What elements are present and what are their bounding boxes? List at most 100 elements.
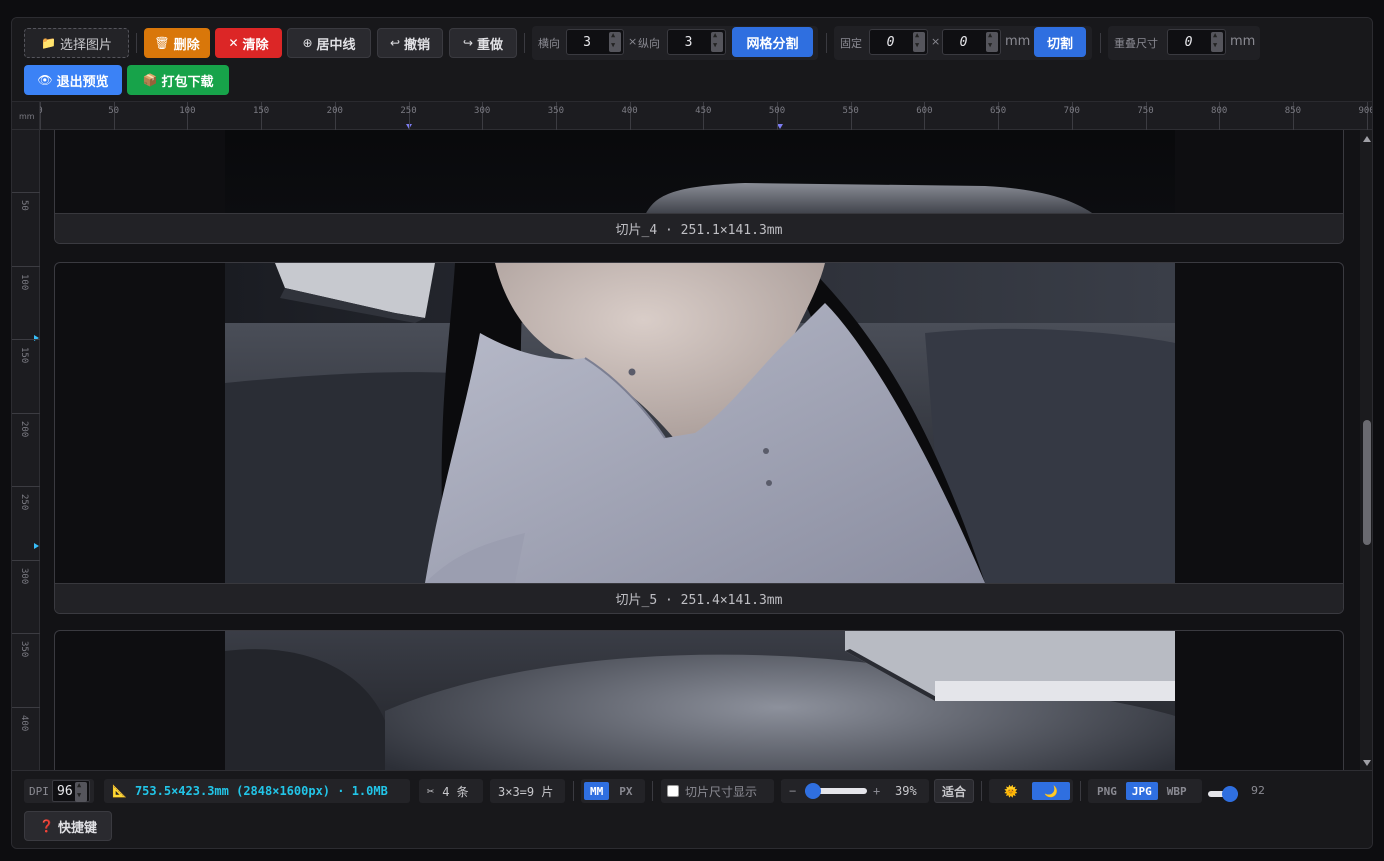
theme-toggle: 🌞 🌙 xyxy=(989,779,1073,803)
cut-line-marker[interactable] xyxy=(34,335,39,341)
select-image-button[interactable]: 📁 选择图片 xyxy=(24,28,129,58)
horizontal-count-value: 3 xyxy=(583,34,591,50)
slice-card[interactable]: 切片_5 · 251.4×141.3mm xyxy=(54,262,1344,614)
scroll-up-arrow[interactable] xyxy=(1363,136,1371,142)
zoom-slider-knob[interactable] xyxy=(805,783,821,799)
ruler-tick-label: 900 xyxy=(1358,106,1372,116)
toolbar-separator xyxy=(826,33,827,53)
fixed-label: 固定 xyxy=(840,37,862,50)
horizontal-ruler[interactable]: 0 50 100 150 200 250 300 350 400 450 500 550 600 650 7… xyxy=(12,102,1372,130)
vertical-ruler[interactable]: 50 100 150 200 250 300 350 400 xyxy=(12,130,40,770)
unit-px-option[interactable]: PX xyxy=(613,782,638,800)
cut-line-marker[interactable] xyxy=(34,543,39,549)
horizontal-stepper[interactable] xyxy=(609,31,621,52)
ruler-tick xyxy=(12,339,40,340)
times-sign: × xyxy=(931,35,941,48)
dpi-input[interactable]: 96 xyxy=(52,780,90,802)
select-image-label: 选择图片 xyxy=(59,37,112,53)
format-jpg-option[interactable]: JPG xyxy=(1125,782,1158,800)
cut-button[interactable]: 切割 xyxy=(1034,27,1086,57)
zoom-slider[interactable] xyxy=(805,783,867,799)
slice-card[interactable] xyxy=(54,630,1344,770)
slice-image xyxy=(225,130,1175,215)
ruler-tick-label: 350 xyxy=(19,641,29,658)
vertical-stepper[interactable] xyxy=(711,31,723,52)
ruler-tick-label: 250 xyxy=(400,106,417,116)
status-separator xyxy=(652,781,653,801)
cut-count: 4 条 xyxy=(442,784,469,799)
toolbar: 📁 选择图片 🗑 删除 ✕ 清除 ⊕ 居中线 ↩ 撤销 ↪ 重做 横向 3 ▲ … xyxy=(12,18,1372,102)
times-sign: × xyxy=(628,35,638,48)
image-dimensions: 📐 753.5×423.3mm (2848×1600px) · 1.0MB xyxy=(104,779,410,803)
fixed-width-input[interactable]: 0 xyxy=(869,29,928,55)
quality-slider[interactable] xyxy=(1208,786,1238,802)
slice-size-toggle[interactable]: 切片尺寸显示 xyxy=(661,779,774,803)
format-toggle: PNG JPG WBP xyxy=(1088,779,1202,803)
overlap-stepper[interactable] xyxy=(1211,31,1223,52)
unit-toggle: MM PX xyxy=(581,779,645,803)
fixed-unit: mm xyxy=(1005,34,1031,49)
quality-slider-knob[interactable] xyxy=(1222,786,1238,802)
vertical-count-value: 3 xyxy=(684,34,693,50)
ruler-tick-label: 650 xyxy=(989,106,1007,116)
redo-button[interactable]: ↪ 重做 xyxy=(449,28,517,58)
overlap-unit: mm xyxy=(1230,34,1256,49)
scroll-down-arrow[interactable] xyxy=(1363,760,1371,766)
undo-button[interactable]: ↩ 撤销 xyxy=(377,28,443,58)
dimensions-text: 753.5×423.3mm (2848×1600px) · 1.0MB xyxy=(134,784,388,798)
scissors-icon: ✂ xyxy=(427,784,435,798)
ruler-tick-label: 800 xyxy=(1211,106,1228,116)
slice-size-checkbox[interactable] xyxy=(667,785,679,797)
undo-icon: ↩ xyxy=(389,36,401,50)
ruler-tick xyxy=(12,192,40,193)
slice-size-label: 切片尺寸显示 xyxy=(685,784,758,799)
ruler-tick-label: 550 xyxy=(842,106,859,116)
ruler-icon: 📐 xyxy=(112,784,127,798)
grid-split-button[interactable]: 网格分割 xyxy=(732,27,813,57)
ruler-tick-label: 100 xyxy=(19,273,29,290)
vertical-count-input[interactable]: 3 xyxy=(667,29,726,55)
sun-icon[interactable]: 🌞 xyxy=(992,782,1030,800)
ruler-corner: mm xyxy=(12,102,40,130)
ruler-tick xyxy=(12,706,40,708)
ruler-tick-label: 750 xyxy=(1137,106,1154,116)
format-wbp-option[interactable]: WBP xyxy=(1161,782,1193,800)
shortcuts-button[interactable]: ❓ 快捷键 xyxy=(24,811,112,841)
fixed-width-value: 0 xyxy=(886,34,895,50)
undo-label: 撤销 xyxy=(404,37,431,53)
center-line-button[interactable]: ⊕ 居中线 xyxy=(287,28,371,58)
fixed-height-value: 0 xyxy=(959,34,968,50)
ruler-unit: mm xyxy=(19,112,35,121)
zoom-out-button[interactable]: − xyxy=(789,784,796,798)
fit-button[interactable]: 适合 xyxy=(934,779,974,803)
format-png-option[interactable]: PNG xyxy=(1091,782,1123,800)
slice-card[interactable]: 切片_4 · 251.1×141.3mm xyxy=(54,130,1344,244)
vertical-scrollbar[interactable] xyxy=(1360,130,1372,770)
redo-label: 重做 xyxy=(477,37,504,53)
fixed-height-input[interactable]: 0 xyxy=(942,29,1001,55)
fixed-width-stepper[interactable] xyxy=(913,31,925,52)
exit-preview-button[interactable]: 👁 退出预览 xyxy=(24,65,122,95)
overlap-value: 0 xyxy=(1184,34,1193,50)
fixed-height-stepper[interactable] xyxy=(986,31,998,52)
moon-icon[interactable]: 🌙 xyxy=(1032,782,1070,800)
ruler-tick xyxy=(12,633,40,634)
overlap-input[interactable]: 0 xyxy=(1167,29,1226,55)
ruler-tick-label: 200 xyxy=(19,420,29,437)
clear-button[interactable]: ✕ 清除 xyxy=(215,28,282,58)
folder-icon: 📁 xyxy=(41,36,56,50)
pack-download-button[interactable]: 📦 打包下载 xyxy=(127,65,229,95)
dpi-stepper[interactable] xyxy=(75,781,87,802)
scroll-thumb[interactable] xyxy=(1363,420,1371,545)
center-line-label: 居中线 xyxy=(316,37,356,53)
dpi-control: DPI 96 xyxy=(24,779,94,803)
horizontal-count-input[interactable]: 3 xyxy=(566,29,624,55)
ruler-tick-label: 150 xyxy=(19,347,29,364)
zoom-in-button[interactable]: + xyxy=(873,784,880,798)
close-icon: ✕ xyxy=(228,36,239,50)
unit-mm-option[interactable]: MM xyxy=(584,782,610,800)
ruler-tick-label: 350 xyxy=(547,106,565,116)
grid-count: 3×3=9 片 xyxy=(498,784,554,799)
delete-button[interactable]: 🗑 删除 xyxy=(144,28,210,58)
preview-canvas[interactable]: 切片_4 · 251.1×141.3mm 切片_5 · 251.4×141.3m… xyxy=(40,130,1360,770)
